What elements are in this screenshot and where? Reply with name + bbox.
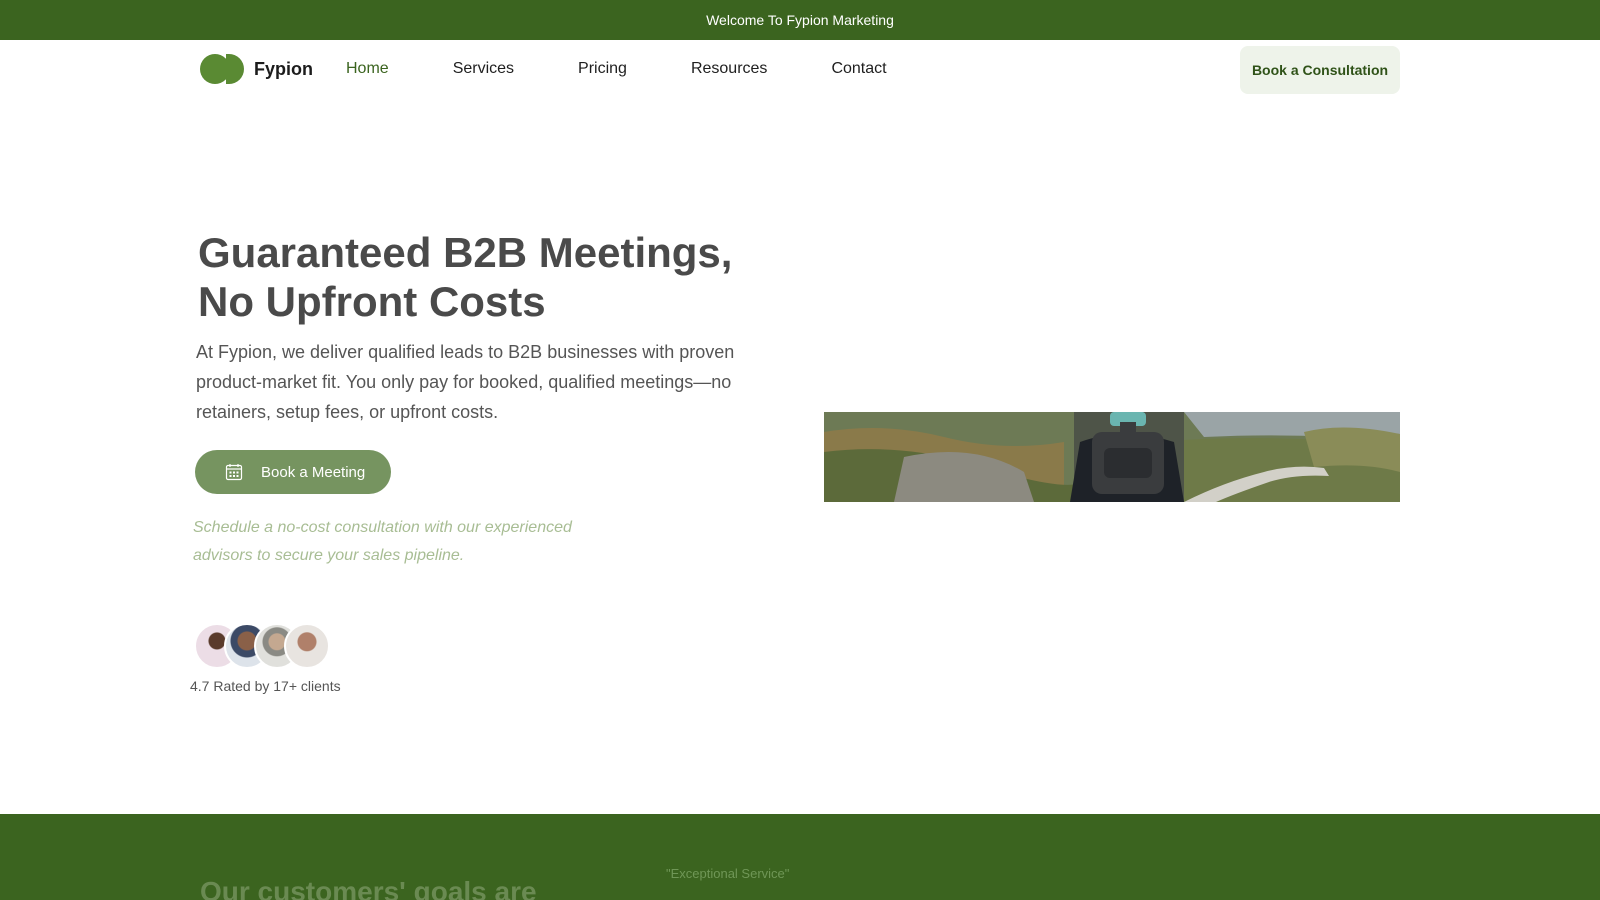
nav-link-contact[interactable]: Contact (831, 60, 886, 78)
hero-title-line1: Guaranteed B2B Meetings, (198, 229, 733, 276)
hero-title-line2: No Upfront Costs (198, 278, 546, 325)
hero-description: At Fypion, we deliver qualified leads to… (196, 342, 735, 422)
book-consultation-button[interactable]: Book a Consultation (1240, 46, 1400, 94)
main-navigation: Fypion Home Services Pricing Resources C… (0, 40, 1600, 100)
avatar (284, 623, 330, 669)
band-heading: Our customers' goals are (200, 876, 537, 900)
hero-note: Schedule a no-cost consultation with our… (193, 519, 572, 564)
band-quote: "Exceptional Service" (666, 866, 790, 881)
testimonials-band: Our customers' goals are "Exceptional Se… (0, 814, 1600, 900)
book-meeting-button[interactable]: Book a Meeting (195, 450, 391, 494)
client-avatars (194, 623, 344, 669)
nav-link-home[interactable]: Home (346, 60, 389, 78)
nav-links: Home Services Pricing Resources Contact (346, 60, 951, 78)
book-meeting-label: Book a Meeting (261, 463, 366, 481)
hero-image (824, 412, 1400, 502)
nav-link-resources[interactable]: Resources (691, 60, 767, 78)
announcement-bar: Welcome To Fypion Marketing (0, 0, 1600, 40)
client-rating: 4.7 Rated by 17+ clients (190, 678, 341, 694)
calendar-icon (225, 464, 243, 481)
brand-name: Fypion (254, 58, 313, 79)
hero-title: Guaranteed B2B Meetings, No Upfront Cost… (198, 228, 798, 326)
announcement-text: Welcome To Fypion Marketing (706, 12, 894, 28)
logo-icon (200, 54, 244, 84)
brand-logo[interactable]: Fypion (200, 54, 313, 84)
hiker-photo (824, 412, 1400, 502)
nav-link-services[interactable]: Services (453, 60, 514, 78)
nav-link-pricing[interactable]: Pricing (578, 60, 627, 78)
